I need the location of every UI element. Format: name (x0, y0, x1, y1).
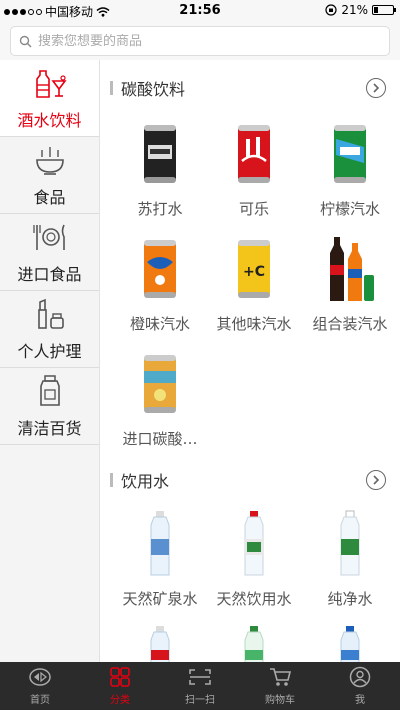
chevron-right-icon (373, 475, 380, 485)
product-name: 纯净水 (327, 590, 373, 608)
category-icon (109, 666, 131, 688)
section-more-button[interactable] (366, 470, 386, 490)
scan-icon (188, 666, 212, 688)
home-icon (28, 666, 52, 688)
product-image (300, 623, 400, 662)
drinks-icon (30, 65, 70, 101)
battery-icon (372, 5, 396, 15)
product-item[interactable]: 柠檬汽水 (300, 118, 400, 219)
product-image: +C (204, 233, 304, 305)
tab-label: 首页 (30, 695, 50, 706)
product-item[interactable]: +C 其他味汽水 (204, 233, 304, 334)
sidebar-item-label: 酒水饮料 (17, 111, 82, 130)
product-image (300, 233, 400, 305)
product-item[interactable] (300, 623, 400, 662)
product-name: 苏打水 (137, 200, 183, 218)
product-name: 进口碳酸… (122, 430, 198, 448)
product-item[interactable]: 可乐 (204, 118, 304, 219)
product-name: 天然矿泉水 (122, 590, 198, 608)
tab-cart[interactable]: 购物车 (240, 662, 320, 710)
chevron-right-icon (373, 83, 380, 93)
sidebar-item-drinks[interactable]: 酒水饮料 (0, 60, 99, 137)
section-title: 碳酸饮料 (121, 80, 186, 99)
tab-home[interactable]: 首页 (0, 662, 80, 710)
product-image (110, 233, 210, 305)
product-item[interactable]: 天然饮用水 (204, 508, 304, 609)
product-image (110, 623, 210, 662)
product-item[interactable] (204, 623, 304, 662)
sidebar-item-imported-food[interactable]: 进口食品 (0, 214, 99, 291)
cart-icon (268, 666, 292, 688)
section-marker (110, 473, 113, 487)
section-header: 碳酸饮料 (110, 73, 390, 103)
sidebar-item-personal-care[interactable]: 个人护理 (0, 291, 99, 368)
category-sidebar: 酒水饮料 食品 进口食品 个人护理 清洁百货 (0, 60, 100, 662)
product-name: 天然饮用水 (216, 590, 292, 608)
product-item[interactable] (110, 623, 210, 662)
sidebar-item-label: 个人护理 (17, 342, 82, 361)
lipstick-icon (30, 296, 70, 332)
search-bar (0, 22, 400, 60)
orientation-lock-icon (325, 4, 337, 16)
product-image (300, 508, 400, 580)
tab-label: 分类 (110, 695, 130, 706)
product-image (300, 118, 400, 190)
product-name: 橙味汽水 (129, 315, 190, 333)
bowl-icon (30, 142, 70, 178)
section-marker (110, 81, 113, 95)
product-image (110, 508, 210, 580)
tab-profile[interactable]: 我 (320, 662, 400, 710)
section-header: 饮用水 (110, 465, 390, 495)
product-name: 组合装汽水 (312, 315, 388, 333)
sidebar-item-label: 食品 (33, 188, 66, 207)
product-item[interactable]: 进口碳酸… (110, 348, 210, 449)
sidebar-item-label: 清洁百货 (17, 419, 82, 438)
svg-text:+C: +C (243, 264, 265, 280)
profile-icon (349, 666, 371, 688)
product-image (204, 623, 304, 662)
product-panel: 碳酸饮料 苏打水 可乐 柠檬汽水 橙味汽水 +C 其他味汽水 组合装汽水 进口碳… (100, 60, 400, 662)
battery-percent: 21% (341, 3, 368, 17)
product-image (110, 348, 210, 420)
product-item[interactable]: 苏打水 (110, 118, 210, 219)
search-icon (19, 35, 32, 47)
sidebar-item-label: 进口食品 (17, 265, 82, 284)
product-image (204, 118, 304, 190)
product-item[interactable]: 组合装汽水 (300, 233, 400, 334)
product-item[interactable]: 纯净水 (300, 508, 400, 609)
product-image (204, 508, 304, 580)
status-bar: 中国移动 21:56 21% (0, 0, 400, 22)
product-item[interactable]: 天然矿泉水 (110, 508, 210, 609)
tab-label: 我 (355, 695, 365, 706)
tab-label: 购物车 (265, 695, 295, 706)
product-image (110, 118, 210, 190)
tab-category[interactable]: 分类 (80, 662, 160, 710)
section-title: 饮用水 (121, 472, 170, 491)
tab-label: 扫一扫 (185, 695, 215, 706)
cutlery-icon (30, 219, 70, 255)
detergent-icon (30, 373, 70, 409)
product-item[interactable]: 橙味汽水 (110, 233, 210, 334)
product-name: 可乐 (238, 200, 269, 218)
search-box[interactable] (10, 26, 390, 56)
status-right: 21% (325, 3, 396, 17)
product-name: 其他味汽水 (216, 315, 292, 333)
search-input[interactable] (38, 33, 368, 49)
tab-scan[interactable]: 扫一扫 (160, 662, 240, 710)
sidebar-item-food[interactable]: 食品 (0, 137, 99, 214)
product-name: 柠檬汽水 (319, 200, 380, 218)
section-more-button[interactable] (366, 78, 386, 98)
sidebar-item-cleaning[interactable]: 清洁百货 (0, 368, 99, 445)
bottom-tab-bar: 首页 分类 扫一扫 购物车 我 (0, 662, 400, 710)
